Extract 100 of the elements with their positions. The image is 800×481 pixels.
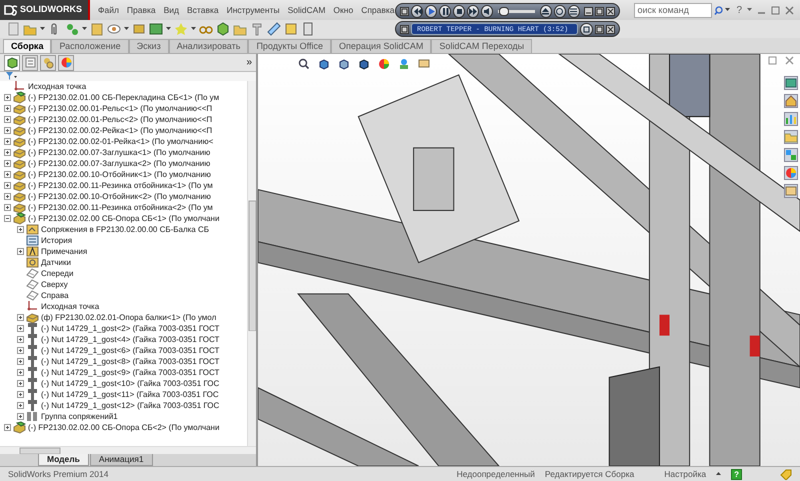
cube-icon[interactable] xyxy=(338,58,350,70)
collapse-icon[interactable] xyxy=(4,215,11,222)
cube-icon[interactable] xyxy=(318,58,330,70)
tree-item[interactable]: (-) Nut 14729_1_gost<6> (Гайка 7003-0351 ГОСТ xyxy=(4,345,247,356)
tree-item[interactable]: (-) FP2130.02.00.10-Отбойник<1> (По умолчанию xyxy=(4,169,247,180)
tree-item[interactable]: (-) Nut 14729_1_gost<12> (Гайка 7003-0351 ГОС xyxy=(4,400,247,411)
caret-icon[interactable] xyxy=(191,27,196,31)
menu-item[interactable]: Файл xyxy=(98,4,119,16)
caret-icon[interactable] xyxy=(747,8,752,12)
visualizer-button[interactable] xyxy=(580,22,593,36)
tab[interactable]: Продукты Office xyxy=(248,39,331,53)
tree-item[interactable]: (-) FP2130.02.00.01-Рельс<2> (По умолчанию<<П xyxy=(4,114,247,125)
playlist-button[interactable] xyxy=(568,4,580,18)
expand-icon[interactable] xyxy=(17,226,24,233)
tree-item[interactable]: Сопряжения в FP2130.02.00.00 СБ-Балка СБ xyxy=(4,224,247,235)
tree-item[interactable]: (-) FP2130.02.02.00 СБ-Опора СБ<1> (По умолчани xyxy=(4,213,247,224)
caret-icon[interactable] xyxy=(40,27,45,31)
cube-icon[interactable] xyxy=(358,58,370,70)
caret-icon[interactable] xyxy=(82,27,87,31)
tree-item[interactable]: (-) Nut 14729_1_gost<9> (Гайка 7003-0351 ГОСТ xyxy=(4,367,247,378)
expand-icon[interactable] xyxy=(17,248,24,255)
eject-button[interactable] xyxy=(540,4,552,18)
tree-item[interactable]: (ф) FP2130.02.02.01-Опора балки<1> (По умол xyxy=(4,312,247,323)
menu-item[interactable]: Инструменты xyxy=(226,4,280,16)
menu-item[interactable]: SolidCAM xyxy=(288,4,326,16)
tree-item[interactable]: (-) Nut 14729_1_gost<2> (Гайка 7003-0351 ГОСТ xyxy=(4,323,247,334)
maximize-icon[interactable] xyxy=(771,6,780,14)
expand-icon[interactable] xyxy=(4,182,11,189)
tree-item[interactable]: (-) FP2130.02.00.11-Резинка отбойника<2> (По ум xyxy=(4,202,247,213)
tab[interactable]: SolidCAM Переходы xyxy=(431,39,532,53)
expand-panel-button[interactable]: » xyxy=(246,55,252,70)
tree-item[interactable]: (-) FP2130.02.00.02-Рейка<1> (По умолчанию<<П xyxy=(4,125,247,136)
close-icon[interactable] xyxy=(785,56,794,65)
tree-item[interactable]: Спереди xyxy=(4,268,247,279)
tree-item[interactable]: (-) Nut 14729_1_gost<8> (Гайка 7003-0351 ГОСТ xyxy=(4,356,247,367)
configuration-icon[interactable] xyxy=(42,56,54,69)
repeat-button[interactable] xyxy=(554,4,566,18)
expand-icon[interactable] xyxy=(17,380,24,387)
tree-item[interactable]: Сверху xyxy=(4,279,247,290)
expand-icon[interactable] xyxy=(17,325,24,332)
expand-icon[interactable] xyxy=(17,369,24,376)
tree-item[interactable]: Группа сопряжений1 xyxy=(4,411,247,422)
expand-icon[interactable] xyxy=(17,413,24,420)
eye-icon[interactable] xyxy=(107,22,121,36)
expand-icon[interactable] xyxy=(4,204,11,211)
expand-icon[interactable] xyxy=(4,171,11,178)
star-icon[interactable] xyxy=(174,22,188,36)
sphere-icon[interactable] xyxy=(784,166,798,180)
expand-icon[interactable] xyxy=(17,358,24,365)
expand-icon[interactable] xyxy=(4,127,11,134)
expand-icon[interactable] xyxy=(4,116,11,123)
play-button[interactable] xyxy=(425,4,438,18)
expand-icon[interactable] xyxy=(17,314,24,321)
help-button[interactable]: ? xyxy=(736,2,742,18)
stop-button[interactable] xyxy=(453,4,466,18)
expand-icon[interactable] xyxy=(4,105,11,112)
caret-icon[interactable] xyxy=(725,8,730,12)
tree-item[interactable]: Исходная точка xyxy=(4,81,247,92)
tree-item[interactable]: (-) FP2130.02.00.11-Резинка отбойника<1> (По ум xyxy=(4,180,247,191)
caret-icon[interactable] xyxy=(716,472,722,476)
sphere-icon[interactable] xyxy=(378,58,390,70)
next-button[interactable] xyxy=(467,4,480,18)
tree-item[interactable]: История xyxy=(4,235,247,246)
tab[interactable]: Сборка xyxy=(3,39,52,53)
tag-icon[interactable] xyxy=(780,468,792,480)
tab[interactable]: Анимация1 xyxy=(90,454,153,466)
window-icon[interactable] xyxy=(784,76,798,90)
tab[interactable]: Расположение xyxy=(51,39,129,53)
expand-icon[interactable] xyxy=(4,138,11,145)
expand-icon[interactable] xyxy=(4,193,11,200)
expand-icon[interactable] xyxy=(4,94,11,101)
expand-icon[interactable] xyxy=(17,336,24,343)
previous-button[interactable] xyxy=(411,4,424,18)
tree-item[interactable]: Справа xyxy=(4,290,247,301)
caret-icon[interactable] xyxy=(124,27,129,31)
tree-item[interactable]: (-) FP2130.02.00.10-Отбойник<2> (По умолчанию xyxy=(4,191,247,202)
menu-item[interactable]: Вставка xyxy=(187,4,219,16)
tree-item[interactable]: (-) FP2130.02.01.00 СБ-Перекладина СБ<1> (По ум xyxy=(4,92,247,103)
menu-item[interactable]: Справка xyxy=(361,4,395,16)
tree-item[interactable]: (-) Nut 14729_1_gost<4> (Гайка 7003-0351 ГОСТ xyxy=(4,334,247,345)
expand-icon[interactable] xyxy=(4,149,11,156)
tree-item[interactable]: Датчики xyxy=(4,257,247,268)
tree-item[interactable]: (-) Nut 14729_1_gost<10> (Гайка 7003-0351 ГОС xyxy=(4,378,247,389)
ruler-icon[interactable] xyxy=(267,22,281,36)
expand-icon[interactable] xyxy=(17,402,24,409)
tree-icon[interactable] xyxy=(6,56,18,69)
tree-item[interactable]: (-) FP2130.02.02.00 СБ-Опора СБ<2> (По умолчани xyxy=(4,422,247,433)
menu-item[interactable]: Вид xyxy=(164,4,180,16)
display-pane-icon[interactable] xyxy=(60,56,72,69)
pause-button[interactable] xyxy=(439,4,452,18)
tab[interactable]: Модель xyxy=(38,454,89,466)
bolt-icon[interactable] xyxy=(250,22,264,36)
search-icon[interactable] xyxy=(714,6,724,14)
expand-icon[interactable] xyxy=(4,160,11,167)
properties-icon[interactable] xyxy=(24,56,36,69)
tree-item[interactable]: (-) FP2130.02.00.07-Заглушка<1> (По умолчанию xyxy=(4,147,247,158)
search-field[interactable]: оиск команд xyxy=(634,2,712,18)
mute-button[interactable] xyxy=(481,4,494,18)
house-icon[interactable] xyxy=(784,94,798,108)
menu-item[interactable]: Окно xyxy=(333,4,354,16)
